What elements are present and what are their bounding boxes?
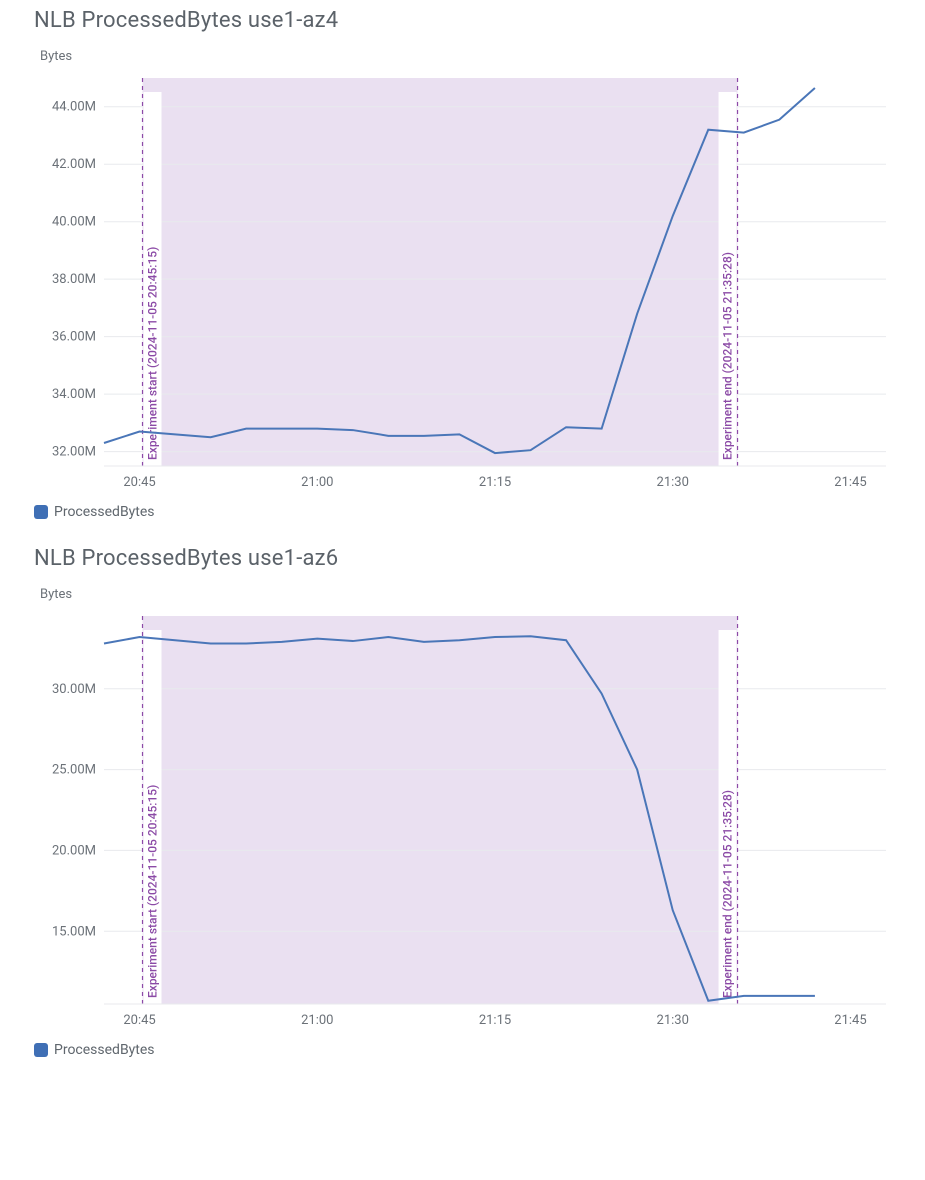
svg-text:21:30: 21:30 <box>657 475 689 490</box>
svg-text:20.00M: 20.00M <box>52 843 96 858</box>
svg-text:32.00M: 32.00M <box>52 445 96 460</box>
svg-text:Experiment start (2024-11-05 2: Experiment start (2024-11-05 20:45:15) <box>146 785 160 998</box>
svg-text:25.00M: 25.00M <box>52 763 96 778</box>
y-axis-label: Bytes <box>40 49 925 64</box>
chart-legend: ProcessedBytes <box>34 504 925 520</box>
legend-swatch-icon <box>34 1043 48 1057</box>
svg-text:Experiment end (2024-11-05 21:: Experiment end (2024-11-05 21:35:28) <box>721 790 735 998</box>
plot-area: 15.00M 20.00M 25.00M 30.00M 20:45 21:00 21:15 2… <box>34 608 925 1038</box>
svg-text:21:45: 21:45 <box>834 475 866 490</box>
svg-text:42.00M: 42.00M <box>52 157 96 172</box>
svg-text:21:15: 21:15 <box>479 475 511 490</box>
svg-text:38.00M: 38.00M <box>52 272 96 287</box>
legend-swatch-icon <box>34 505 48 519</box>
svg-text:34.00M: 34.00M <box>52 387 96 402</box>
line-chart-svg: 32.00M 34.00M 36.00M 38.00M 40.00M 42.00M 44.0… <box>34 70 904 500</box>
svg-text:Experiment end (2024-11-05 21:: Experiment end (2024-11-05 21:35:28) <box>721 252 735 460</box>
svg-text:21:00: 21:00 <box>301 1013 333 1028</box>
legend-label: ProcessedBytes <box>54 504 155 520</box>
plot-area: 32.00M 34.00M 36.00M 38.00M 40.00M 42.00M 44.0… <box>34 70 925 500</box>
legend-label: ProcessedBytes <box>54 1042 155 1058</box>
svg-text:36.00M: 36.00M <box>52 330 96 345</box>
svg-text:15.00M: 15.00M <box>52 924 96 939</box>
svg-text:20:45: 20:45 <box>123 1013 155 1028</box>
svg-text:40.00M: 40.00M <box>52 215 96 230</box>
y-axis-label: Bytes <box>40 587 925 602</box>
chart-legend: ProcessedBytes <box>34 1042 925 1058</box>
chart-title: NLB ProcessedBytes use1-az6 <box>34 546 925 571</box>
svg-text:30.00M: 30.00M <box>52 682 96 697</box>
chart-block-az4: NLB ProcessedBytes use1-az4 Bytes 32.00M… <box>34 8 925 520</box>
chart-title: NLB ProcessedBytes use1-az4 <box>34 8 925 33</box>
svg-text:21:00: 21:00 <box>301 475 333 490</box>
svg-text:Experiment start (2024-11-05 2: Experiment start (2024-11-05 20:45:15) <box>146 247 160 460</box>
chart-block-az6: NLB ProcessedBytes use1-az6 Bytes 15.00M… <box>34 546 925 1058</box>
svg-text:44.00M: 44.00M <box>52 100 96 115</box>
page-root: NLB ProcessedBytes use1-az4 Bytes 32.00M… <box>0 0 925 1094</box>
svg-text:21:30: 21:30 <box>657 1013 689 1028</box>
svg-text:20:45: 20:45 <box>123 475 155 490</box>
svg-text:21:45: 21:45 <box>834 1013 866 1028</box>
svg-text:21:15: 21:15 <box>479 1013 511 1028</box>
line-chart-svg: 15.00M 20.00M 25.00M 30.00M 20:45 21:00 21:15 2… <box>34 608 904 1038</box>
